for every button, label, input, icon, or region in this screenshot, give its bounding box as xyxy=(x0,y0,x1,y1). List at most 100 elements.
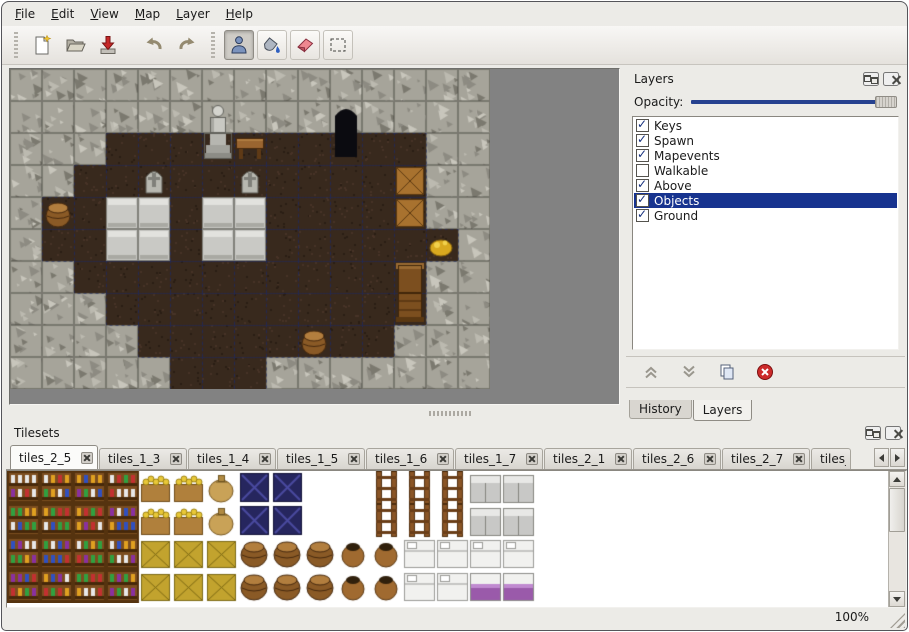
menu-file[interactable]: File xyxy=(8,5,42,23)
menu-help[interactable]: Help xyxy=(219,5,260,23)
tab-history[interactable]: History xyxy=(629,400,692,419)
stamp-tool-button[interactable] xyxy=(224,30,254,60)
close-tab-icon[interactable] xyxy=(259,453,271,465)
tileset-view[interactable] xyxy=(6,470,907,608)
save-map-button[interactable] xyxy=(93,30,123,60)
layer-row[interactable]: Keys xyxy=(634,118,897,133)
tileset-tab[interactable]: tiles_1_6 xyxy=(366,448,454,469)
raise-layer-button[interactable] xyxy=(640,361,662,383)
lower-layer-button[interactable] xyxy=(678,361,700,383)
close-panel-button[interactable] xyxy=(885,426,901,440)
select-tool-icon xyxy=(327,34,349,56)
scrollbar-thumb[interactable] xyxy=(889,488,905,532)
close-tab-icon[interactable] xyxy=(348,453,360,465)
layer-row[interactable]: Ground xyxy=(634,208,897,223)
layers-panel: Layers Opacity: Keys Spawn Mapevents xyxy=(626,68,905,420)
close-tab-icon[interactable] xyxy=(793,453,805,465)
horizontal-splitter[interactable] xyxy=(9,408,620,418)
layer-row[interactable]: Spawn xyxy=(634,133,897,148)
tileset-tab[interactable]: tiles_ xyxy=(811,448,851,469)
layer-visible-checkbox[interactable] xyxy=(636,164,649,177)
new-file-icon xyxy=(31,34,53,56)
layer-visible-checkbox[interactable] xyxy=(636,194,649,207)
fill-tool-icon xyxy=(261,34,283,56)
layer-visible-checkbox[interactable] xyxy=(636,149,649,162)
layer-visible-checkbox[interactable] xyxy=(636,119,649,132)
duplicate-layer-button[interactable] xyxy=(716,361,738,383)
menu-map[interactable]: Map xyxy=(128,5,167,23)
tileset-tab[interactable]: tiles_1_4 xyxy=(188,448,276,469)
layer-visible-checkbox[interactable] xyxy=(636,209,649,222)
open-folder-icon xyxy=(64,34,86,56)
layers-panel-header: Layers xyxy=(626,68,905,90)
tab-label: tiles_2_5 xyxy=(19,451,77,465)
tileset-scrollbar[interactable] xyxy=(888,471,906,607)
scroll-up-button[interactable] xyxy=(889,471,905,487)
opacity-slider-track[interactable] xyxy=(691,100,897,104)
app-window: File Edit View Map Layer Help xyxy=(1,1,908,631)
tileset-tab[interactable]: tiles_2_5 xyxy=(10,445,98,470)
layer-actions-toolbar xyxy=(626,356,905,388)
menu-view[interactable]: View xyxy=(83,5,125,23)
layer-row[interactable]: Mapevents xyxy=(634,148,897,163)
opacity-slider[interactable] xyxy=(691,95,897,109)
tilesets-panel-header: Tilesets xyxy=(6,422,907,444)
eraser-tool-icon xyxy=(294,34,316,56)
select-tool-button[interactable] xyxy=(323,30,353,60)
redo-button[interactable] xyxy=(172,30,202,60)
raise-layer-icon xyxy=(642,363,660,381)
scroll-tabs-left-button[interactable] xyxy=(874,448,889,467)
menu-layer[interactable]: Layer xyxy=(169,5,216,23)
toolbar-drag-handle[interactable] xyxy=(211,32,215,58)
stamp-tool-icon xyxy=(228,34,250,56)
tab-label: History xyxy=(639,402,682,416)
fill-tool-button[interactable] xyxy=(257,30,287,60)
tab-label: tiles_1_4 xyxy=(197,452,255,466)
dock-tab-bar: History Layers xyxy=(626,400,905,420)
float-panel-button[interactable] xyxy=(863,72,879,86)
menu-bar: File Edit View Map Layer Help xyxy=(2,2,907,26)
tileset-tab[interactable]: tiles_1_7 xyxy=(455,448,543,469)
close-tab-icon[interactable] xyxy=(81,452,93,464)
close-tab-icon[interactable] xyxy=(170,453,182,465)
close-tab-icon[interactable] xyxy=(526,453,538,465)
close-tab-icon[interactable] xyxy=(704,453,716,465)
tab-label: tiles_1_7 xyxy=(464,452,522,466)
new-map-button[interactable] xyxy=(27,30,57,60)
tileset-tab[interactable]: tiles_2_6 xyxy=(633,448,721,469)
tileset-tab[interactable]: tiles_2_1 xyxy=(544,448,632,469)
resize-grip[interactable] xyxy=(890,613,905,628)
arrow-down-icon xyxy=(893,597,901,602)
tab-label: Layers xyxy=(703,403,743,417)
layer-row[interactable]: Above xyxy=(634,178,897,193)
layer-name: Mapevents xyxy=(654,149,720,163)
layer-row[interactable]: Walkable xyxy=(634,163,897,178)
tab-label: tiles_1_3 xyxy=(108,452,166,466)
layer-row[interactable]: Objects xyxy=(634,193,897,208)
layer-visible-checkbox[interactable] xyxy=(636,179,649,192)
tab-layers[interactable]: Layers xyxy=(693,400,753,421)
tileset-canvas[interactable] xyxy=(7,471,535,603)
menu-edit[interactable]: Edit xyxy=(44,5,81,23)
close-panel-button[interactable] xyxy=(883,72,899,86)
tileset-tab[interactable]: tiles_1_5 xyxy=(277,448,365,469)
close-tab-icon[interactable] xyxy=(437,453,449,465)
map-canvas[interactable] xyxy=(10,69,490,389)
float-panel-button[interactable] xyxy=(865,426,881,440)
map-viewport[interactable] xyxy=(9,68,620,405)
close-tab-icon[interactable] xyxy=(615,453,627,465)
tileset-tab[interactable]: tiles_2_7 xyxy=(722,448,810,469)
toolbar-drag-handle[interactable] xyxy=(14,32,18,58)
delete-layer-button[interactable] xyxy=(754,361,776,383)
arrow-left-icon xyxy=(879,454,884,462)
undo-button[interactable] xyxy=(139,30,169,60)
tileset-tab[interactable]: tiles_1_3 xyxy=(99,448,187,469)
opacity-slider-handle[interactable] xyxy=(875,96,897,108)
scroll-tabs-right-button[interactable] xyxy=(890,448,905,467)
undo-icon xyxy=(143,34,165,56)
opacity-row: Opacity: xyxy=(626,90,905,114)
layer-visible-checkbox[interactable] xyxy=(636,134,649,147)
arrow-right-icon xyxy=(895,454,900,462)
open-map-button[interactable] xyxy=(60,30,90,60)
eraser-tool-button[interactable] xyxy=(290,30,320,60)
